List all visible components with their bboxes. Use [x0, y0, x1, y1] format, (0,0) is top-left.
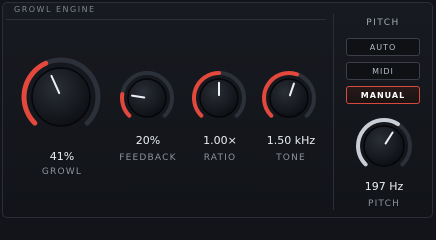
pitch-value: 197 Hz [364, 180, 404, 193]
pitch-knob[interactable] [355, 117, 413, 175]
tone-label: TONE [276, 153, 306, 163]
knob-body [127, 78, 167, 118]
feedback-value: 20% [135, 134, 161, 147]
ratio-value: 1.00× [203, 134, 237, 147]
mode-midi-button[interactable]: MIDI [346, 62, 420, 80]
knob-body [363, 125, 405, 167]
feedback-label: FEEDBACK [119, 153, 177, 163]
title-divider [6, 19, 326, 20]
pitch-label: PITCH [367, 199, 401, 209]
growl-knob[interactable] [20, 56, 102, 138]
growl-label: GROWL [41, 167, 83, 177]
section-divider [333, 14, 334, 210]
mode-manual-button[interactable]: MANUAL [346, 86, 420, 104]
panel-title: GROWL ENGINE [14, 5, 96, 14]
feedback-knob[interactable] [119, 70, 175, 126]
pitch-section-title: PITCH [366, 18, 400, 28]
mode-auto-button[interactable]: AUTO [346, 38, 420, 56]
tone-knob[interactable] [261, 70, 317, 126]
knob-body [269, 78, 309, 118]
ratio-knob[interactable] [191, 70, 247, 126]
knob-body [31, 67, 91, 127]
tone-value: 1.50 kHz [266, 134, 316, 147]
growl-value: 41% [49, 150, 75, 163]
ratio-label: RATIO [203, 153, 237, 163]
